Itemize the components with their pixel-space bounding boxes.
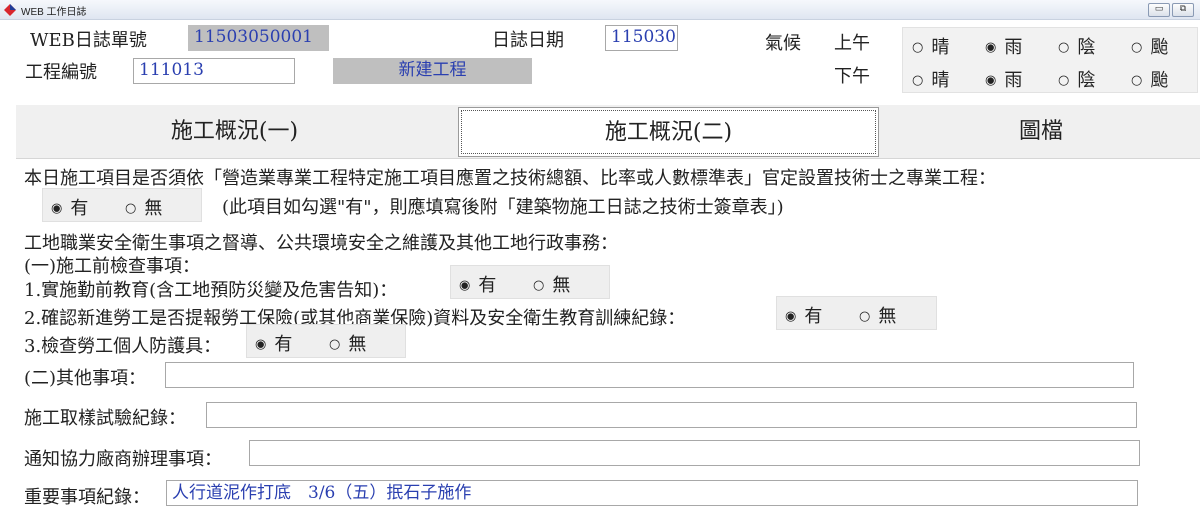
sampling-label: 施工取樣試驗紀錄： bbox=[24, 408, 186, 429]
pre-check-heading: (一)施工前檢查事項： bbox=[24, 256, 201, 277]
tech-no-radio[interactable]: ○ 無 bbox=[125, 194, 162, 220]
minimize-icon[interactable]: ▭ bbox=[1148, 3, 1170, 17]
window-title: WEB 工作日誌 bbox=[21, 7, 87, 18]
item3-yes-radio[interactable]: ◉ 有 bbox=[255, 330, 292, 356]
radio-unchecked-icon: ○ bbox=[859, 309, 871, 324]
item2-no-radio[interactable]: ○ 無 bbox=[859, 302, 896, 328]
radio-checked-icon: ◉ bbox=[985, 40, 997, 55]
item1-yes-radio[interactable]: ◉ 有 bbox=[459, 271, 496, 297]
sampling-input[interactable] bbox=[206, 402, 1137, 428]
notify-input[interactable] bbox=[249, 440, 1140, 466]
other-label: (二)其他事項： bbox=[24, 368, 147, 389]
important-input[interactable]: 人行道泥作打底 3/6（五）抿石子施作 bbox=[166, 480, 1138, 506]
tech-question-text: 本日施工項目是否須依「營造業專業工程特定施工項目應置之技術總額、比率或人數標準表… bbox=[24, 168, 996, 189]
radio-unchecked-icon: ○ bbox=[125, 201, 137, 216]
tab-overview-2[interactable]: 施工概況(二) bbox=[458, 107, 879, 157]
log-date-label: 日誌日期 bbox=[492, 30, 564, 51]
pm-weather-typhoon[interactable]: ○ 颱 bbox=[1131, 66, 1168, 92]
radio-unchecked-icon: ○ bbox=[1131, 40, 1143, 55]
tech-yes-radio[interactable]: ◉ 有 bbox=[51, 194, 88, 220]
item1-yesno-group: ◉ 有 ○ 無 bbox=[450, 265, 610, 299]
other-input[interactable] bbox=[165, 362, 1134, 388]
log-date-field[interactable]: 1150305 bbox=[605, 25, 678, 51]
pm-label: 下午 bbox=[834, 66, 870, 87]
weather-panel: ○ 晴 ◉ 雨 ○ 陰 ○ 颱 ○ 晴 ◉ 雨 ○ 陰 ○ 颱 bbox=[902, 27, 1198, 93]
restore-icon[interactable]: ⧉ bbox=[1172, 3, 1194, 17]
radio-unchecked-icon: ○ bbox=[1131, 73, 1143, 88]
item3-yesno-group: ◉ 有 ○ 無 bbox=[246, 324, 406, 358]
item3-no-radio[interactable]: ○ 無 bbox=[329, 330, 366, 356]
radio-unchecked-icon: ○ bbox=[912, 40, 924, 55]
item1-no-radio[interactable]: ○ 無 bbox=[533, 271, 570, 297]
item2-yesno-group: ◉ 有 ○ 無 bbox=[776, 296, 937, 330]
am-weather-sunny[interactable]: ○ 晴 bbox=[912, 33, 949, 59]
tech-yesno-group: ◉ 有 ○ 無 bbox=[42, 188, 202, 222]
radio-unchecked-icon: ○ bbox=[533, 278, 545, 293]
window-titlebar: WEB 工作日誌 ▭ ⧉ bbox=[0, 0, 1200, 20]
radio-unchecked-icon: ○ bbox=[329, 337, 341, 352]
radio-checked-icon: ◉ bbox=[51, 201, 63, 216]
radio-checked-icon: ◉ bbox=[785, 309, 797, 324]
project-type-field[interactable]: 新建工程 bbox=[333, 58, 532, 84]
radio-unchecked-icon: ○ bbox=[1058, 73, 1070, 88]
am-weather-cloudy[interactable]: ○ 陰 bbox=[1058, 33, 1095, 59]
item1-label: 1.實施勤前教育(含工地預防災變及危害告知)： bbox=[24, 280, 398, 301]
tech-note-text: (此項目如勾選"有"，則應填寫後附「建築物施工日誌之技術士簽章表」) bbox=[222, 197, 784, 218]
tab-bar: 施工概況(一) 施工概況(二) 圖檔 bbox=[16, 105, 1200, 159]
tab-overview-1[interactable]: 施工概況(一) bbox=[16, 105, 453, 159]
am-weather-typhoon[interactable]: ○ 颱 bbox=[1131, 33, 1168, 59]
log-no-label: WEB日誌單號 bbox=[30, 30, 147, 51]
radio-unchecked-icon: ○ bbox=[1058, 40, 1070, 55]
project-no-label: 工程編號 bbox=[25, 62, 97, 83]
am-weather-rain[interactable]: ◉ 雨 bbox=[985, 33, 1022, 59]
am-label: 上午 bbox=[834, 33, 870, 54]
pm-weather-sunny[interactable]: ○ 晴 bbox=[912, 66, 949, 92]
radio-checked-icon: ◉ bbox=[985, 73, 997, 88]
important-label: 重要事項紀錄： bbox=[24, 487, 150, 507]
tab-images[interactable]: 圖檔 bbox=[882, 105, 1200, 159]
weather-label: 氣候 bbox=[765, 33, 801, 54]
pm-weather-rain[interactable]: ◉ 雨 bbox=[985, 66, 1022, 92]
app-logo-icon bbox=[4, 4, 16, 16]
item3-label: 3.檢查勞工個人防護具： bbox=[24, 336, 222, 357]
radio-checked-icon: ◉ bbox=[459, 278, 471, 293]
pm-weather-cloudy[interactable]: ○ 陰 bbox=[1058, 66, 1095, 92]
log-no-field[interactable]: 11503050001 bbox=[188, 25, 329, 51]
radio-checked-icon: ◉ bbox=[255, 337, 267, 352]
notify-label: 通知協力廠商辦理事項： bbox=[24, 449, 222, 470]
radio-unchecked-icon: ○ bbox=[912, 73, 924, 88]
project-no-field[interactable]: 111013 bbox=[133, 58, 295, 84]
item2-yes-radio[interactable]: ◉ 有 bbox=[785, 302, 822, 328]
